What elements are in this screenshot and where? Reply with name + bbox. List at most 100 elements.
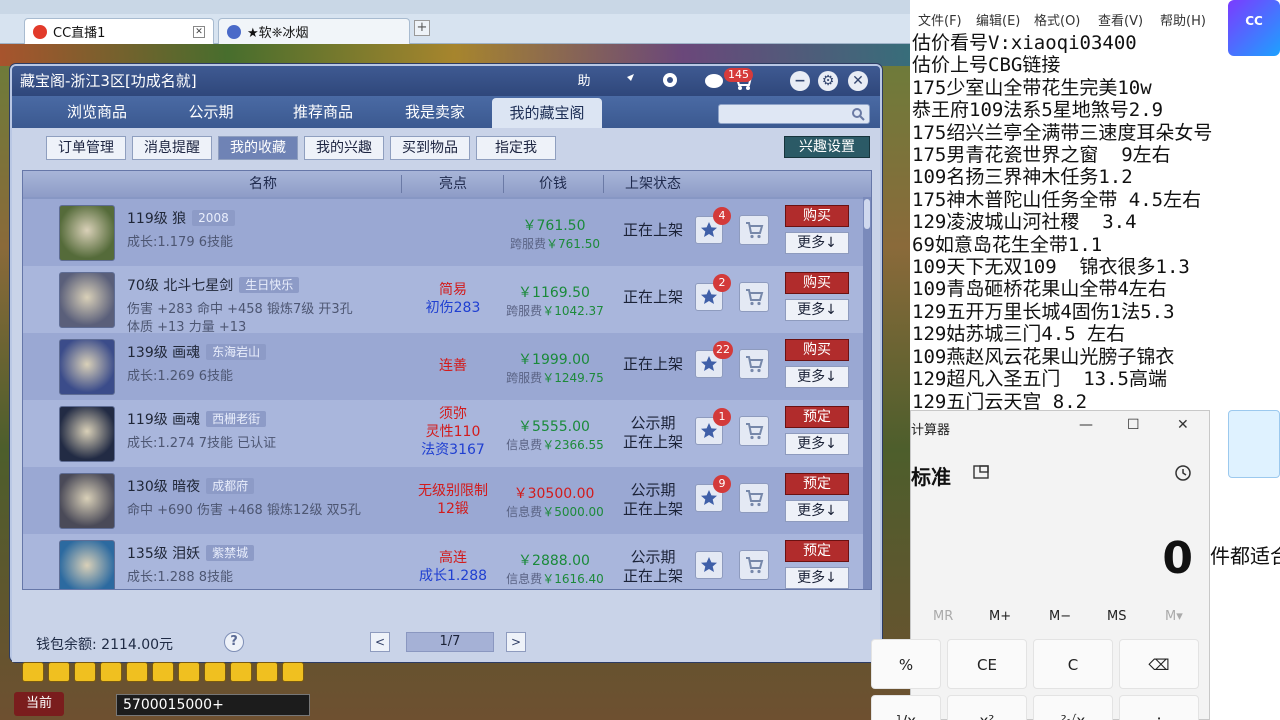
search-icon[interactable] [851,107,865,121]
table-row[interactable]: 119级 画魂 西栅老街 成长:1.274 7技能 已认证 须弥 灵性110 法资3167… [23,400,865,467]
chat-input[interactable]: 5700015000+ [116,694,310,716]
add-to-cart-button[interactable] [739,550,769,580]
tab-recommended[interactable]: 推荐商品 [268,96,378,128]
reserve-button[interactable]: 预定 [785,473,849,495]
tab-public-period[interactable]: 公示期 [156,96,266,128]
table-row[interactable]: 119级 狼 2008 成长:1.179 6技能 ￥761.50 跨服费￥761.50 正… [23,199,865,266]
more-button[interactable]: 更多↓ [785,500,849,522]
scrollbar-thumb[interactable] [864,199,870,229]
brush-icon[interactable] [204,662,226,682]
tab-second[interactable]: ★软❈冰烟 [218,18,410,44]
key-percent[interactable]: % [871,639,941,689]
left-arrow-icon[interactable] [22,662,44,682]
key-backspace[interactable]: ⌫ [1119,639,1199,689]
tab-browse[interactable]: 浏览商品 [42,96,152,128]
search-input[interactable] [718,104,870,124]
minimize-button[interactable]: — [1079,417,1093,433]
more-button[interactable]: 更多↓ [785,299,849,321]
key-square[interactable]: x² [947,695,1027,720]
gear-icon[interactable]: ⚙ [818,71,838,91]
item-avatar[interactable] [59,205,115,261]
item-avatar[interactable] [59,540,115,589]
flag-icon[interactable] [152,662,174,682]
table-row[interactable]: 70级 北斗七星剑 生日快乐 伤害 +283 命中 +458 锻炼7级 开3孔 体质 … [23,266,865,335]
item-avatar[interactable] [59,339,115,395]
mem-subtract[interactable]: M− [1049,609,1071,624]
prev-page-button[interactable]: < [370,632,390,652]
item-avatar[interactable] [59,406,115,462]
next-page-button[interactable]: > [506,632,526,652]
zoom-icon[interactable] [126,662,148,682]
buy-button[interactable]: 购买 [785,339,849,361]
table-scrollbar[interactable] [863,197,871,589]
key-divide[interactable]: ÷ [1119,695,1199,720]
side-ad-widget[interactable] [1228,410,1280,478]
subtab-interests[interactable]: 我的兴趣 [304,136,384,160]
maximize-button[interactable]: ☐ [1127,417,1140,433]
menu-file[interactable]: 文件(F) [918,10,962,29]
item-avatar[interactable] [59,272,115,328]
mem-list[interactable]: M▾ [1165,609,1183,624]
favorite-star-button[interactable] [695,551,723,579]
history-icon[interactable] [1173,463,1193,483]
table-row[interactable]: 139级 画魂 东海岩山 成长:1.269 6技能 连善 ￥1999.00 跨服费￥124… [23,333,865,400]
subtab-assigned[interactable]: 指定我 [476,136,556,160]
chat-icon[interactable] [230,662,252,682]
record-icon[interactable] [658,71,682,93]
down-arrow-icon[interactable] [74,662,96,682]
menu-format[interactable]: 格式(O) [1034,10,1080,29]
mem-add[interactable]: M+ [989,609,1011,624]
menu-edit[interactable]: 编辑(E) [976,10,1020,29]
minimize-button[interactable]: − [790,71,810,91]
wallet-balance: 钱包余额: 2114.00元 [36,637,174,653]
note-icon[interactable] [256,662,278,682]
tab-seller[interactable]: 我是卖家 [380,96,490,128]
mem-store[interactable]: MS [1107,609,1126,624]
subtab-favorites[interactable]: 我的收藏 [218,136,298,160]
close-icon[interactable]: ✕ [193,25,205,38]
helper-button[interactable]: 助 [572,71,596,93]
key-reciprocal[interactable]: ¹/x [871,695,941,720]
reserve-button[interactable]: 预定 [785,406,849,428]
up-arrow-icon[interactable] [48,662,70,682]
notepad-text[interactable]: 估价看号V:xiaoqi03400 估价上号CBG链接 175少室山全带花生完美10… [912,32,1212,413]
lock-icon[interactable] [178,662,200,682]
table-row[interactable]: 130级 暗夜 成都府 命中 +690 伤害 +468 锻炼12级 双5孔 无级别限制… [23,467,865,534]
key-clear[interactable]: C [1033,639,1113,689]
help-icon[interactable]: ? [224,632,244,652]
subtab-messages[interactable]: 消息提醒 [132,136,212,160]
key-clear-entry[interactable]: CE [947,639,1027,689]
buy-button[interactable]: 购买 [785,272,849,294]
add-to-cart-button[interactable] [739,483,769,513]
table-row[interactable]: 135级 泪妖 紫禁城 成长:1.288 8技能 高连 成长1.288 ￥2888.00 信… [23,534,865,589]
keep-on-top-icon[interactable] [973,465,989,479]
mem-recall[interactable]: MR [933,609,953,624]
channel-current[interactable]: 当前 [14,692,64,716]
interest-settings-button[interactable]: 兴趣设置 [784,136,870,158]
move-icon[interactable] [100,662,122,682]
tab-my-pavilion[interactable]: 我的藏宝阁 [492,98,602,128]
buy-button[interactable]: 购买 [785,205,849,227]
subtab-orders[interactable]: 订单管理 [46,136,126,160]
menu-help[interactable]: 帮助(H) [1160,10,1206,29]
add-to-cart-button[interactable] [739,416,769,446]
close-button[interactable]: ✕ [1177,417,1189,433]
new-tab-button[interactable]: + [414,20,430,36]
add-to-cart-button[interactable] [739,282,769,312]
add-to-cart-button[interactable] [739,215,769,245]
tab-cc-live[interactable]: CC直播1 ✕ [24,18,214,44]
more-button[interactable]: 更多↓ [785,232,849,254]
reserve-button[interactable]: 预定 [785,540,849,562]
item-avatar[interactable] [59,473,115,529]
share-icon[interactable] [616,71,640,93]
subtab-bought[interactable]: 买到物品 [390,136,470,160]
more-button[interactable]: 更多↓ [785,433,849,455]
calculator-mode[interactable]: 标准 [911,461,951,490]
add-to-cart-button[interactable] [739,349,769,379]
menu-view[interactable]: 查看(V) [1098,10,1143,29]
more-button[interactable]: 更多↓ [785,567,849,589]
close-button[interactable]: ✕ [848,71,868,91]
more-button[interactable]: 更多↓ [785,366,849,388]
dropdown-icon[interactable] [282,662,304,682]
key-sqrt[interactable]: ²√x [1033,695,1113,720]
